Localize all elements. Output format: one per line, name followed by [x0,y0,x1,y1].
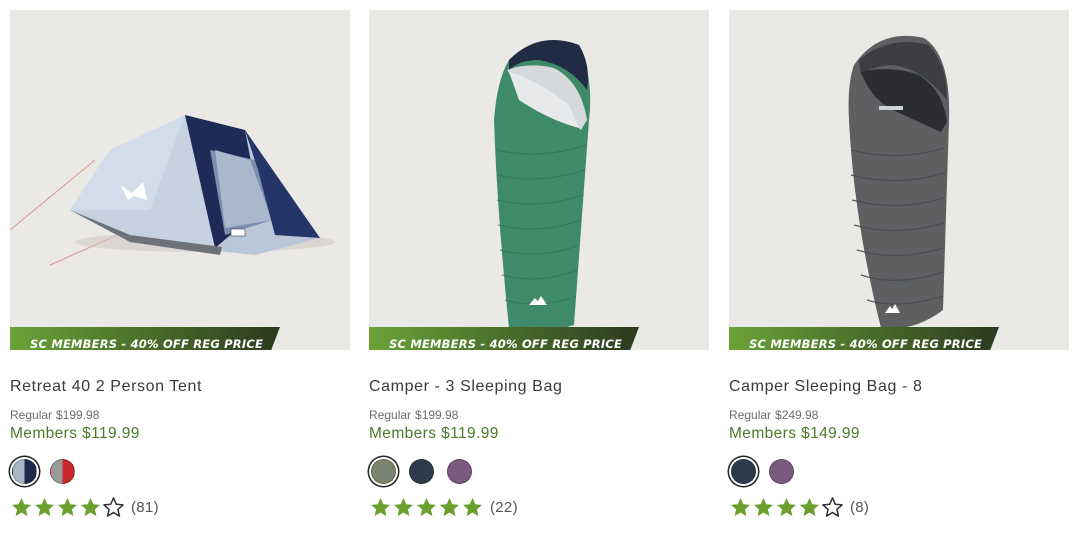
star-filled-icon [416,497,437,517]
swatch-fill [371,459,396,484]
product-card[interactable]: SC MEMBERS - 40% OFF REG PRICE Camper Sl… [729,10,1069,530]
star-filled-icon [34,497,55,517]
regular-price: Regular $199.98 [10,408,99,422]
review-count[interactable]: (81) [131,499,159,516]
star-filled-icon [439,497,460,517]
regular-label: Regular [729,408,772,422]
regular-price-value: $199.98 [56,408,100,422]
review-count[interactable]: (8) [850,499,869,516]
product-grid: SC MEMBERS - 40% OFF REG PRICE Retreat 4… [0,0,1080,536]
star-rating[interactable]: (81) [10,496,159,518]
regular-price-value: $199.98 [415,408,459,422]
color-swatch-grey-red[interactable] [48,457,77,486]
product-image[interactable]: SC MEMBERS - 40% OFF REG PRICE [369,10,709,350]
members-price: Members $119.99 [10,425,140,442]
swatch-fill [409,459,434,484]
regular-label: Regular [10,408,53,422]
members-price: Members $149.99 [729,425,860,442]
regular-price-value: $249.98 [775,408,819,422]
star-filled-icon [799,497,820,517]
color-swatch-green[interactable] [369,457,398,486]
color-swatch-navy[interactable] [407,457,436,486]
star-filled-icon [393,497,414,517]
sleeping-bag-green-icon [494,40,591,331]
promo-banner: SC MEMBERS - 40% OFF REG PRICE [10,327,280,350]
color-swatch-navy[interactable] [729,457,758,486]
star-filled-icon [11,497,32,517]
promo-banner: SC MEMBERS - 40% OFF REG PRICE [369,327,639,350]
regular-price: Regular $249.98 [729,408,818,422]
regular-price: Regular $199.98 [369,408,458,422]
regular-label: Regular [369,408,412,422]
swatch-fill [12,459,37,484]
product-title[interactable]: Camper - 3 Sleeping Bag [369,378,562,396]
color-swatches [10,457,77,486]
product-card[interactable]: SC MEMBERS - 40% OFF REG PRICE Camper - … [369,10,709,530]
product-title[interactable]: Camper Sleeping Bag - 8 [729,378,922,396]
color-swatches [729,457,796,486]
star-filled-icon [776,497,797,517]
star-empty-icon [103,497,124,517]
promo-text: SC MEMBERS - 40% OFF REG PRICE [30,337,264,350]
star-rating[interactable]: (22) [369,496,518,518]
swatch-fill [447,459,472,484]
members-price: Members $119.99 [369,425,499,442]
star-rating[interactable]: (8) [729,496,869,518]
swatch-fill [50,459,75,484]
product-image[interactable]: SC MEMBERS - 40% OFF REG PRICE [729,10,1069,350]
sleeping-bag-grey-icon [848,35,950,329]
review-count[interactable]: (22) [490,499,518,516]
star-empty-icon [822,497,843,517]
color-swatch-light-blue-navy[interactable] [10,457,39,486]
product-image[interactable]: SC MEMBERS - 40% OFF REG PRICE [10,10,350,350]
star-filled-icon [730,497,751,517]
product-card[interactable]: SC MEMBERS - 40% OFF REG PRICE Retreat 4… [10,10,350,530]
color-swatch-purple[interactable] [767,457,796,486]
promo-banner: SC MEMBERS - 40% OFF REG PRICE [729,327,999,350]
promo-text: SC MEMBERS - 40% OFF REG PRICE [389,337,623,350]
swatch-fill [769,459,794,484]
color-swatch-purple[interactable] [445,457,474,486]
swatch-fill [731,459,756,484]
tent-icon [10,115,335,266]
color-swatches [369,457,474,486]
star-filled-icon [370,497,391,517]
star-filled-icon [753,497,774,517]
product-title[interactable]: Retreat 40 2 Person Tent [10,378,202,396]
star-filled-icon [80,497,101,517]
promo-text: SC MEMBERS - 40% OFF REG PRICE [749,337,983,350]
star-filled-icon [57,497,78,517]
star-filled-icon [462,497,483,517]
